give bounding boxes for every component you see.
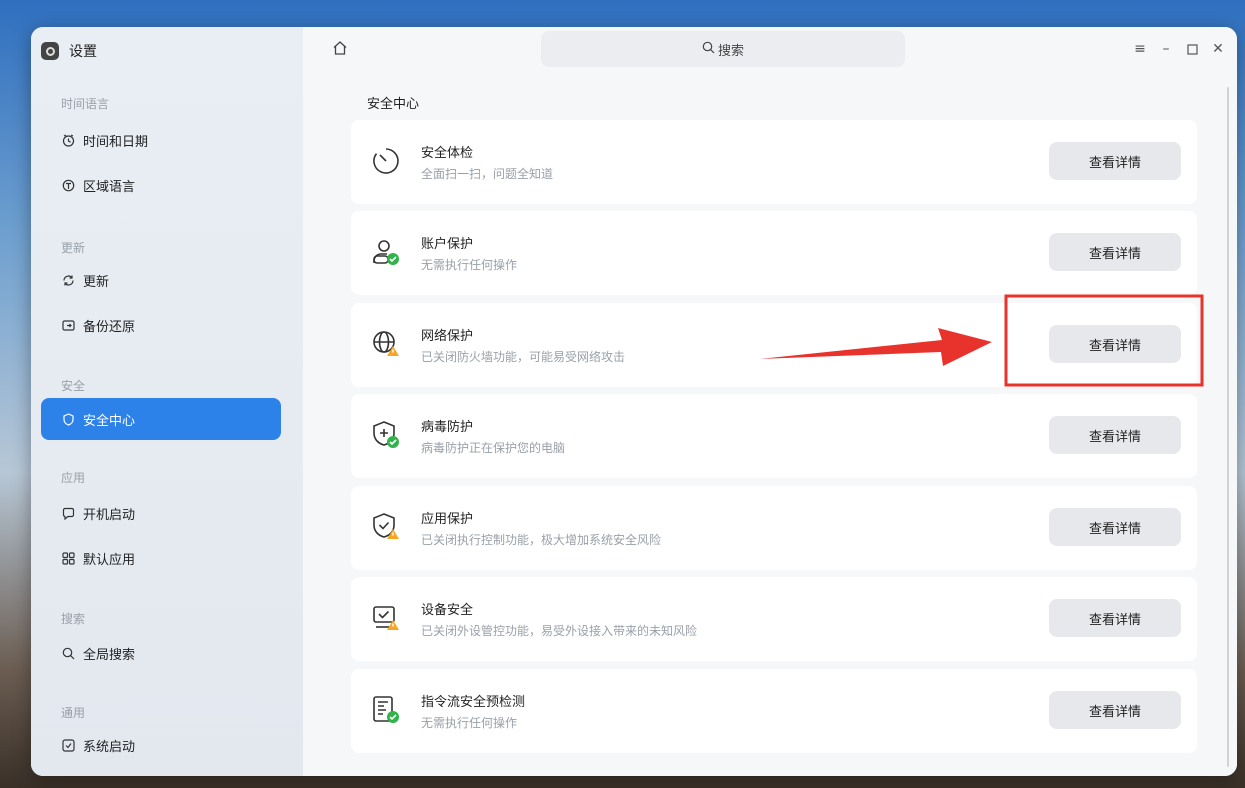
main-content: 搜索 ≡ – ✕ 安全中心 安全体检 全面扫一扫，问题全知道 查看详情 账户保护	[303, 27, 1237, 776]
refresh-icon	[61, 273, 75, 287]
sidebar-item-label: 区域语言	[83, 179, 136, 195]
sidebar-item-label: 默认应用	[83, 552, 136, 568]
card-desc: 已关闭防火墙功能，可能易受网络攻击	[421, 350, 626, 364]
sidebar-item-security-center[interactable]: 安全中心	[41, 398, 281, 440]
card-desc: 病毒防护正在保护您的电脑	[421, 441, 566, 455]
card-title: 设备安全	[421, 603, 474, 618]
view-details-button[interactable]: 查看详情	[1049, 599, 1181, 637]
sidebar-item-time-date[interactable]: 时间和日期	[41, 119, 281, 161]
minimize-icon[interactable]: –	[1153, 39, 1179, 59]
card-network-protection: 网络保护 已关闭防火墙功能，可能易受网络攻击 查看详情	[351, 303, 1197, 387]
settings-window: 设置 时间语言 时间和日期 区域语言 更新 更新 备份还原 安全 安全中心 应用…	[31, 27, 1237, 776]
view-details-button[interactable]: 查看详情	[1049, 325, 1181, 363]
search-icon	[61, 646, 75, 660]
sidebar-item-label: 更新	[83, 274, 110, 290]
sidebar: 设置 时间语言 时间和日期 区域语言 更新 更新 备份还原 安全 安全中心 应用…	[31, 27, 303, 776]
sidebar-item-label: 开机启动	[83, 507, 136, 523]
card-desc: 已关闭外设管控功能，易受外设接入带来的未知风险	[421, 624, 698, 638]
account-protect-icon	[371, 237, 401, 267]
group-label-time-language: 时间语言	[61, 97, 110, 111]
view-details-button[interactable]: 查看详情	[1049, 416, 1181, 454]
scan-icon	[371, 146, 401, 176]
group-label-security: 安全	[61, 379, 86, 393]
card-desc: 已关闭执行控制功能，极大增加系统安全风险	[421, 533, 662, 547]
sidebar-item-region-language[interactable]: 区域语言	[41, 164, 281, 206]
card-desc: 无需执行任何操作	[421, 716, 518, 730]
network-protect-icon	[371, 329, 401, 359]
app-title-bar: 设置	[41, 39, 97, 63]
card-app-protection: 应用保护 已关闭执行控制功能，极大增加系统安全风险 查看详情	[351, 486, 1197, 570]
virus-protect-icon	[371, 420, 401, 450]
sidebar-item-label: 全局搜索	[83, 647, 136, 663]
card-desc: 全面扫一扫，问题全知道	[421, 167, 554, 181]
card-title: 账户保护	[421, 237, 474, 252]
card-device-security: 设备安全 已关闭外设管控功能，易受外设接入带来的未知风险 查看详情	[351, 577, 1197, 661]
sidebar-item-startup[interactable]: 开机启动	[41, 492, 281, 534]
card-security-check: 安全体检 全面扫一扫，问题全知道 查看详情	[351, 120, 1197, 204]
view-details-button[interactable]: 查看详情	[1049, 142, 1181, 180]
home-icon[interactable]	[331, 39, 349, 57]
close-icon[interactable]: ✕	[1205, 39, 1231, 59]
sidebar-item-default-apps[interactable]: 默认应用	[41, 537, 281, 579]
search-box[interactable]: 搜索	[541, 31, 905, 67]
clock-icon	[61, 133, 75, 147]
card-title: 应用保护	[421, 512, 474, 527]
view-details-button[interactable]: 查看详情	[1049, 691, 1181, 729]
startup-icon	[61, 506, 75, 520]
window-controls: ≡ – ✕	[1127, 39, 1231, 59]
sidebar-item-global-search[interactable]: 全局搜索	[41, 632, 281, 674]
view-details-button[interactable]: 查看详情	[1049, 508, 1181, 546]
app-protect-icon	[371, 512, 401, 542]
sidebar-item-label: 备份还原	[83, 319, 136, 335]
device-security-icon	[371, 603, 401, 633]
sidebar-item-system-boot[interactable]: 系统启动	[41, 724, 281, 766]
shield-icon	[61, 412, 75, 426]
sidebar-item-backup-restore[interactable]: 备份还原	[41, 304, 281, 346]
settings-app-icon	[41, 42, 59, 60]
group-label-general: 通用	[61, 706, 86, 720]
sidebar-item-label: 系统启动	[83, 739, 136, 755]
group-label-search: 搜索	[61, 612, 86, 626]
globe-icon	[61, 178, 75, 192]
card-instruction-flow-check: 指令流安全预检测 无需执行任何操作 查看详情	[351, 669, 1197, 753]
card-desc: 无需执行任何操作	[421, 258, 518, 272]
card-title: 病毒防护	[421, 420, 474, 435]
apps-grid-icon	[61, 551, 75, 565]
card-title: 网络保护	[421, 329, 474, 344]
card-title: 指令流安全预检测	[421, 695, 526, 710]
scrollbar[interactable]	[1227, 87, 1229, 767]
backup-icon	[61, 318, 75, 332]
search-icon	[702, 41, 715, 58]
section-title: 安全中心	[367, 97, 420, 112]
app-title: 设置	[69, 44, 97, 60]
card-account-protection: 账户保护 无需执行任何操作 查看详情	[351, 211, 1197, 295]
menu-icon[interactable]: ≡	[1127, 39, 1153, 59]
card-virus-protection: 病毒防护 病毒防护正在保护您的电脑 查看详情	[351, 394, 1197, 478]
view-details-button[interactable]: 查看详情	[1049, 233, 1181, 271]
sidebar-item-label: 安全中心	[83, 413, 136, 429]
system-boot-icon	[61, 738, 75, 752]
group-label-apps: 应用	[61, 471, 86, 485]
search-placeholder: 搜索	[717, 43, 744, 59]
instruction-flow-icon	[371, 695, 401, 725]
card-title: 安全体检	[421, 146, 474, 161]
maximize-icon[interactable]	[1179, 39, 1205, 59]
group-label-update: 更新	[61, 241, 86, 255]
sidebar-item-update[interactable]: 更新	[41, 259, 281, 301]
sidebar-item-label: 时间和日期	[83, 134, 149, 150]
